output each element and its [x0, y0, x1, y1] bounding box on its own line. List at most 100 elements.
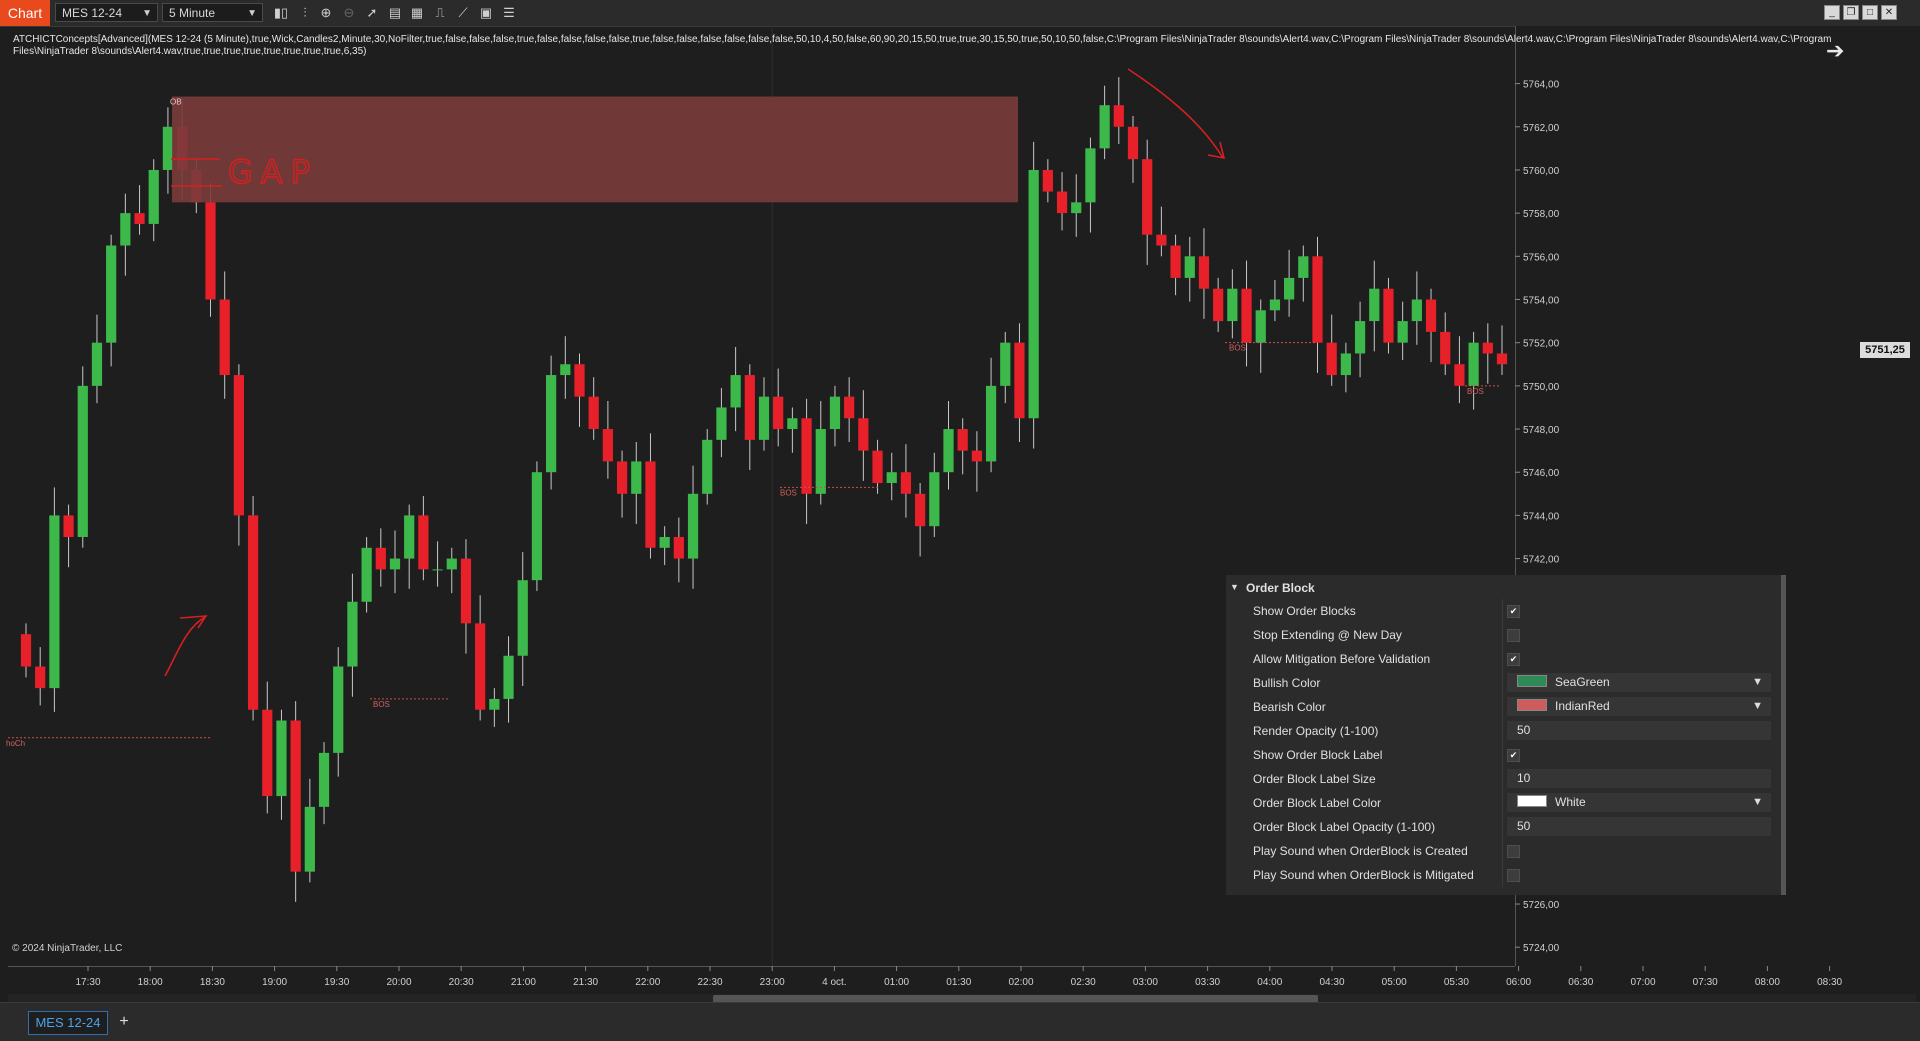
panel-scrollbar[interactable]: [1781, 575, 1786, 895]
candle-body: [1383, 288, 1394, 343]
candle-body: [602, 429, 613, 462]
property-row: Play Sound when OrderBlock is Created: [1226, 839, 1776, 863]
price-label: 5750,00: [1523, 382, 1560, 393]
property-input[interactable]: 10: [1507, 769, 1771, 788]
property-value: SeaGreen: [1555, 675, 1610, 689]
interval-selector[interactable]: 5 Minute ▼: [162, 3, 263, 22]
zoom-in-icon[interactable]: ⊕: [317, 4, 335, 22]
candle-body: [134, 213, 145, 224]
properties-icon[interactable]: ▣: [477, 4, 495, 22]
color-dropdown[interactable]: SeaGreen ▼: [1507, 673, 1771, 692]
property-value: IndianRed: [1555, 699, 1610, 713]
time-label: 06:00: [1506, 977, 1531, 988]
candle-body: [162, 126, 174, 170]
candle-body: [1213, 288, 1224, 322]
time-label: 04:00: [1257, 977, 1282, 988]
property-label: Stop Extending @ New Day: [1253, 628, 1402, 642]
candle-body: [1454, 364, 1465, 386]
candle-body: [1269, 299, 1281, 311]
candle-body: [1127, 126, 1139, 160]
candle-body: [631, 461, 642, 494]
property-checkbox[interactable]: [1507, 845, 1520, 858]
candle-body: [304, 806, 315, 872]
time-label: 19:30: [324, 977, 349, 988]
candle-body: [872, 450, 883, 484]
strategy-icon[interactable]: ▤: [386, 4, 404, 22]
bar-type-icon[interactable]: ▮▯: [272, 4, 290, 22]
property-value: 50: [1517, 723, 1531, 737]
property-checkbox[interactable]: [1507, 869, 1520, 882]
property-checkbox[interactable]: ✔: [1507, 605, 1520, 618]
color-dropdown[interactable]: IndianRed ▼: [1507, 697, 1771, 716]
property-row: Bearish Color IndianRed ▼: [1226, 695, 1776, 719]
property-input[interactable]: 50: [1507, 721, 1771, 740]
column-divider: [1502, 863, 1503, 887]
color-dropdown[interactable]: White ▼: [1507, 793, 1771, 812]
templates-icon[interactable]: ☰: [500, 4, 518, 22]
drawing-tools-icon[interactable]: ⟋: [454, 4, 472, 22]
add-tab-button[interactable]: +: [114, 1011, 134, 1033]
price-label: 5748,00: [1523, 425, 1560, 436]
time-label: 03:00: [1133, 977, 1158, 988]
candle-body: [20, 634, 32, 667]
time-label: 20:30: [449, 977, 474, 988]
zoom-out-icon[interactable]: ⊖: [340, 4, 358, 22]
candle-body: [1340, 353, 1351, 376]
time-label: 06:30: [1568, 977, 1593, 988]
close-button[interactable]: ✕: [1881, 5, 1897, 20]
property-value: 50: [1517, 819, 1531, 833]
price-label: 5762,00: [1523, 123, 1560, 134]
minimize-button[interactable]: _: [1824, 5, 1840, 20]
time-label: 18:30: [200, 977, 225, 988]
candle-body: [929, 472, 940, 527]
candle-body: [773, 396, 784, 430]
candle-body: [1255, 310, 1266, 343]
property-checkbox[interactable]: ✔: [1507, 653, 1520, 666]
time-label: 03:30: [1195, 977, 1220, 988]
maximize-button[interactable]: □: [1862, 5, 1878, 20]
time-label: 04:30: [1319, 977, 1344, 988]
property-label: Render Opacity (1-100): [1253, 724, 1379, 738]
arrow-right-icon[interactable]: ➔: [1826, 38, 1844, 64]
candle-body: [205, 202, 216, 300]
property-row: Allow Mitigation Before Validation ✔: [1226, 647, 1776, 671]
property-checkbox[interactable]: [1507, 629, 1520, 642]
chevron-down-icon: ▼: [1752, 796, 1763, 808]
gap-annotation: GAP: [228, 153, 318, 191]
candle-body: [645, 461, 656, 548]
column-divider: [1502, 815, 1503, 839]
column-divider: [1502, 671, 1503, 695]
property-row: Render Opacity (1-100) 50: [1226, 719, 1776, 743]
candle-body: [673, 536, 684, 559]
time-label: 23:00: [760, 977, 785, 988]
price-label: 5724,00: [1523, 943, 1560, 954]
chart-tab[interactable]: Chart: [0, 0, 50, 26]
chart-tab-mes[interactable]: MES 12-24: [28, 1011, 108, 1035]
copyright-text: © 2024 NinjaTrader, LLC: [12, 943, 123, 954]
collapse-caret-icon[interactable]: ▼: [1230, 582, 1239, 592]
candle-body: [1369, 288, 1380, 322]
candle-body: [361, 547, 372, 602]
order-block-properties-panel: ▼ Order Block Show Order Blocks ✔ Stop Ext…: [1226, 575, 1786, 895]
order-block-label: OB: [170, 98, 182, 107]
candle-body: [120, 213, 131, 246]
instrument-selector[interactable]: MES 12-24 ▼: [55, 3, 158, 22]
property-input[interactable]: 50: [1507, 817, 1771, 836]
candle-body: [943, 429, 954, 473]
candle-body: [1113, 105, 1124, 127]
indicators-icon[interactable]: ⎍: [431, 4, 449, 22]
pointer-icon[interactable]: ➚: [363, 4, 381, 22]
price-label: 5752,00: [1523, 339, 1560, 350]
chart-trader-icon[interactable]: ▦: [408, 4, 426, 22]
price-label: 5754,00: [1523, 295, 1560, 306]
candle-body: [801, 418, 812, 494]
arrow-annotation: [1127, 68, 1224, 159]
property-label: Order Block Label Size: [1253, 772, 1376, 786]
data-series-icon[interactable]: ⫶: [296, 4, 314, 22]
property-row: Order Block Label Color White ▼: [1226, 791, 1776, 815]
candle-body: [1241, 288, 1252, 343]
property-checkbox[interactable]: ✔: [1507, 749, 1520, 762]
property-row: Order Block Label Size 10: [1226, 767, 1776, 791]
property-label: Show Order Block Label: [1253, 748, 1383, 762]
restore-button[interactable]: ❐: [1843, 5, 1859, 20]
